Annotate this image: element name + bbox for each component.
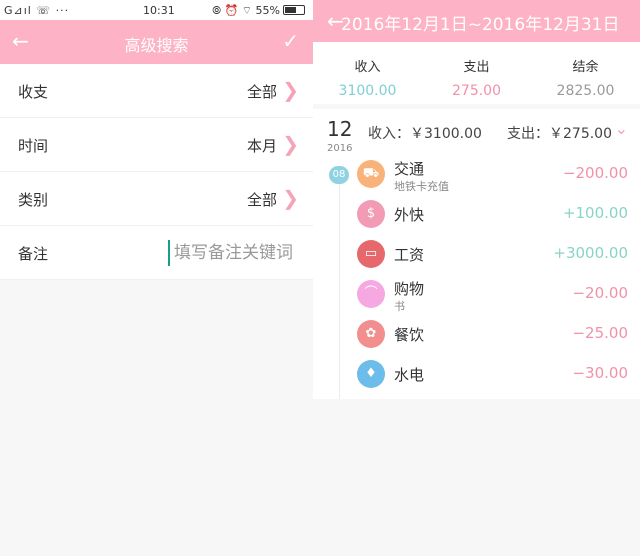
filter-label: 类别: [18, 191, 49, 209]
advanced-search-screen: G⊿ıl ☏ ··· 10:31 ⦾ ⏰ ⌔ 55% ← 高级搜索 ✓ 收支 全…: [0, 0, 313, 556]
page-title: 高级搜索: [124, 36, 189, 55]
transaction-amount: −25.00: [572, 324, 628, 342]
transaction-row[interactable]: $ 外快 +100.00: [313, 195, 640, 235]
summary-value: 275.00: [452, 83, 501, 99]
filter-value: 本月: [246, 137, 277, 155]
filter-time[interactable]: 时间 本月 ❯: [0, 118, 313, 172]
transaction-amount: +3000.00: [553, 244, 628, 262]
filter-label: 收支: [18, 83, 49, 101]
status-time: 10:31: [143, 4, 175, 17]
records-header: ← 2016年12月1日~2016年12月31日: [313, 0, 640, 42]
water-drop-icon: ♦: [357, 360, 385, 388]
bus-icon: ⛟: [357, 160, 385, 188]
filter-value: 全部: [246, 83, 277, 101]
chevron-right-icon: ❯: [282, 186, 299, 210]
money-bag-icon: $: [357, 200, 385, 228]
transaction-category: 交通: [394, 160, 425, 178]
summary-expense: 支出 275.00: [422, 56, 531, 99]
year-label: 2016: [327, 143, 353, 154]
battery-icon: [283, 5, 305, 15]
transaction-amount: −200.00: [562, 164, 628, 182]
transaction-amount: −20.00: [572, 284, 628, 302]
transaction-category: 外快: [394, 206, 425, 224]
month-group: 12 2016 收入：￥3100.00 支出：￥275.00 ⌄ 08 ⛟ 交通地…: [313, 109, 640, 399]
note-keyword-input[interactable]: [168, 240, 301, 266]
filter-income-expense[interactable]: 收支 全部 ❯: [0, 64, 313, 118]
chevron-right-icon: ❯: [282, 78, 299, 102]
chevron-right-icon: ❯: [282, 132, 299, 156]
transaction-row[interactable]: ⛟ 交通地铁卡充值 −200.00: [313, 155, 640, 195]
transaction-row[interactable]: ♦ 水电 −30.00: [313, 355, 640, 395]
summary-value: 3100.00: [338, 83, 397, 99]
records-screen: ← 2016年12月1日~2016年12月31日 收入 3100.00 支出 2…: [313, 0, 640, 556]
summary-income: 收入 3100.00: [313, 56, 422, 99]
transaction-row[interactable]: ▭ 工资 +3000.00: [313, 235, 640, 275]
summary-bar: 收入 3100.00 支出 275.00 结余 2825.00: [313, 42, 640, 104]
status-icons: ⦾ ⏰ ⌔ 55%: [212, 4, 280, 17]
month-income: 收入：￥3100.00: [368, 126, 482, 142]
confirm-check-icon[interactable]: ✓: [282, 29, 299, 53]
summary-label: 收入: [354, 60, 381, 75]
search-app-bar: ← 高级搜索 ✓: [0, 20, 313, 64]
food-icon: ✿: [357, 320, 385, 348]
date-range-title: 2016年12月1日~2016年12月31日: [341, 15, 620, 35]
month-expense: 支出：￥275.00: [507, 126, 612, 142]
summary-balance: 结余 2825.00: [531, 56, 640, 99]
summary-label: 支出: [463, 60, 490, 75]
note-label: 备注: [18, 245, 49, 263]
status-bar: G⊿ıl ☏ ··· 10:31 ⦾ ⏰ ⌔ 55%: [0, 0, 313, 20]
filter-category[interactable]: 类别 全部 ❯: [0, 172, 313, 226]
transaction-category: 水电: [394, 366, 425, 384]
transaction-category: 工资: [394, 246, 425, 264]
chevron-down-icon[interactable]: ⌄: [615, 119, 628, 138]
empty-area: [313, 399, 640, 556]
month-number: 12: [327, 117, 353, 141]
status-signal: G⊿ıl ☏ ···: [4, 4, 70, 17]
month-header[interactable]: 12 2016 收入：￥3100.00 支出：￥275.00 ⌄: [313, 109, 640, 154]
transaction-note: 书: [394, 300, 405, 313]
empty-area: [0, 282, 313, 556]
filter-label: 时间: [18, 137, 49, 155]
status-indicators: ⦾ ⏰ ⌔ 55%: [212, 4, 305, 18]
filter-note: 备注: [0, 226, 313, 280]
transaction-note: 地铁卡充值: [394, 180, 449, 193]
transaction-row[interactable]: ⌒ 购物书 −20.00: [313, 275, 640, 315]
search-form: 收支 全部 ❯ 时间 本月 ❯ 类别 全部 ❯ 备注: [0, 64, 313, 280]
transaction-amount: +100.00: [562, 204, 628, 222]
filter-value: 全部: [246, 191, 277, 209]
transaction-category: 餐饮: [394, 326, 425, 344]
summary-label: 结余: [572, 60, 599, 75]
shopping-icon: ⌒: [357, 280, 385, 308]
wallet-icon: ▭: [357, 240, 385, 268]
transaction-amount: −30.00: [572, 364, 628, 382]
transaction-row[interactable]: ✿ 餐饮 −25.00: [313, 315, 640, 355]
transaction-category: 购物: [394, 280, 425, 298]
summary-value: 2825.00: [556, 83, 615, 99]
